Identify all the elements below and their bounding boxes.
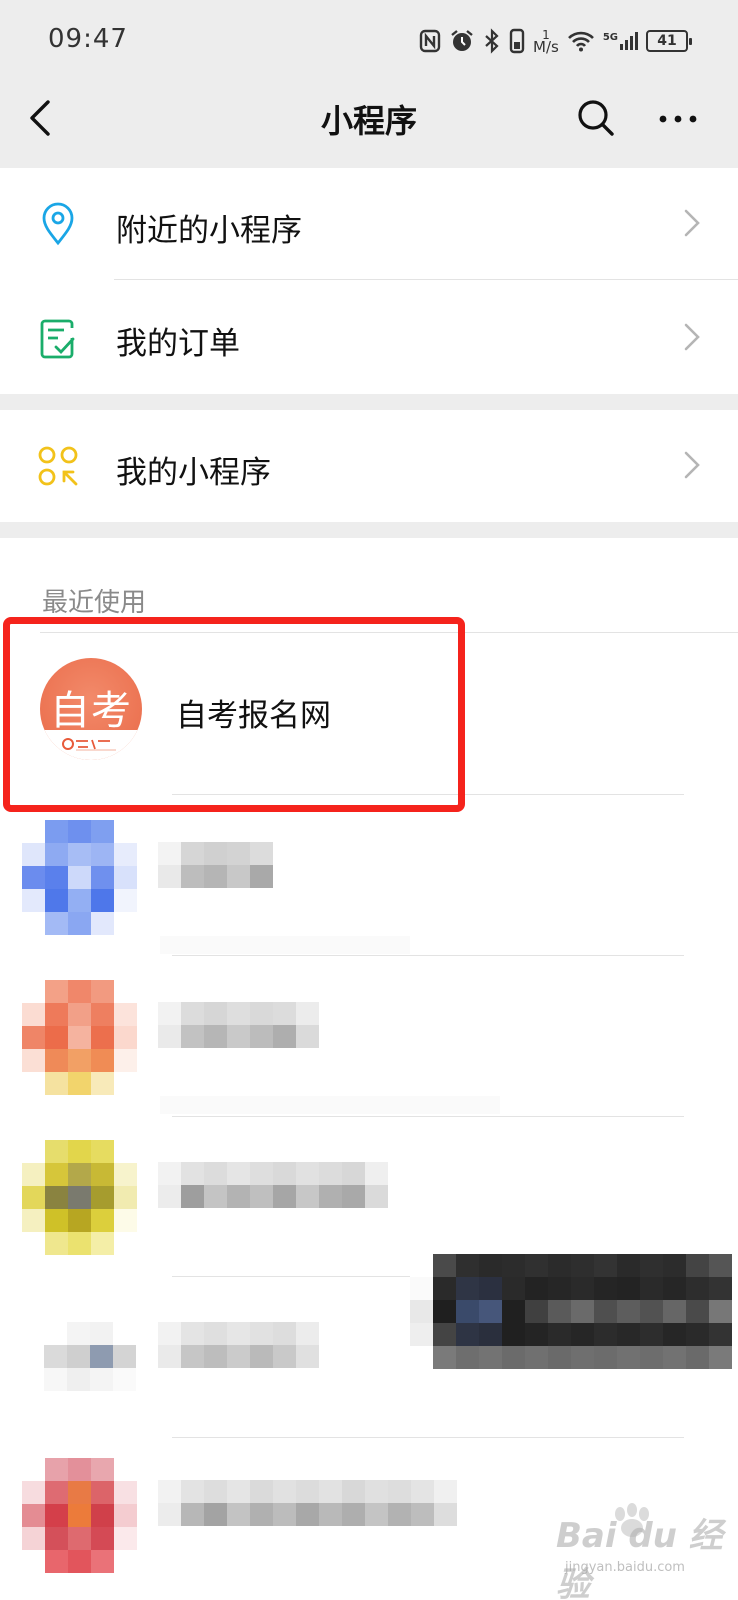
wifi-icon bbox=[567, 31, 594, 52]
redacted-avatar bbox=[22, 1140, 137, 1255]
battery-indicator: 41 bbox=[646, 30, 692, 52]
bluetooth-icon bbox=[485, 28, 499, 54]
watermark-brand: Bai du 经验 bbox=[556, 1516, 723, 1600]
section-gap bbox=[0, 394, 738, 410]
list-divider bbox=[172, 1437, 684, 1438]
redacted-subtitle bbox=[160, 936, 410, 954]
page-title: 小程序 bbox=[320, 102, 417, 140]
menu-item-label: 我的小程序 bbox=[116, 455, 271, 491]
menu-item-my-mini-programs[interactable] bbox=[0, 410, 738, 523]
redacted-avatar bbox=[22, 980, 137, 1095]
highlight-box bbox=[3, 617, 465, 812]
order-checklist-icon bbox=[40, 319, 75, 359]
redacted-overlay bbox=[410, 1254, 732, 1369]
menu-item-label: 我的订单 bbox=[116, 326, 240, 362]
search-icon[interactable] bbox=[576, 98, 616, 138]
location-pin-icon bbox=[42, 202, 74, 246]
status-time: 09:47 bbox=[48, 24, 128, 54]
redacted-name bbox=[158, 1322, 319, 1368]
list-divider bbox=[172, 1116, 684, 1117]
recent-section-label: 最近使用 bbox=[42, 588, 147, 618]
net-speed: 1 M/s bbox=[533, 28, 559, 56]
menu-item-orders[interactable] bbox=[0, 281, 738, 394]
status-icons: 1 M/s 5G 41 bbox=[419, 24, 692, 58]
chevron-right-icon bbox=[684, 323, 700, 351]
menu-divider bbox=[114, 279, 738, 280]
more-options-icon[interactable] bbox=[656, 104, 700, 134]
list-divider bbox=[172, 955, 684, 956]
watermark-url: jingyan.baidu.com bbox=[565, 1560, 685, 1575]
redacted-avatar bbox=[22, 820, 137, 935]
redacted-avatar bbox=[44, 1322, 136, 1391]
chevron-right-icon bbox=[684, 451, 700, 479]
redacted-avatar bbox=[22, 1458, 137, 1573]
redacted-name bbox=[158, 1002, 319, 1048]
alarm-icon bbox=[451, 30, 473, 51]
grid-apps-icon bbox=[38, 446, 78, 486]
chevron-right-icon bbox=[684, 209, 700, 237]
vibrate-phone-icon bbox=[509, 28, 525, 54]
section-gap bbox=[0, 522, 738, 538]
redacted-subtitle bbox=[160, 1096, 500, 1114]
menu-item-nearby[interactable] bbox=[0, 168, 738, 281]
redacted-name bbox=[158, 1162, 388, 1208]
menu-item-label: 附近的小程序 bbox=[116, 213, 302, 249]
nfc-icon bbox=[419, 29, 441, 53]
signal-5g-icon: 5G bbox=[603, 32, 638, 50]
redacted-name bbox=[158, 842, 273, 888]
redacted-name bbox=[158, 1480, 457, 1526]
